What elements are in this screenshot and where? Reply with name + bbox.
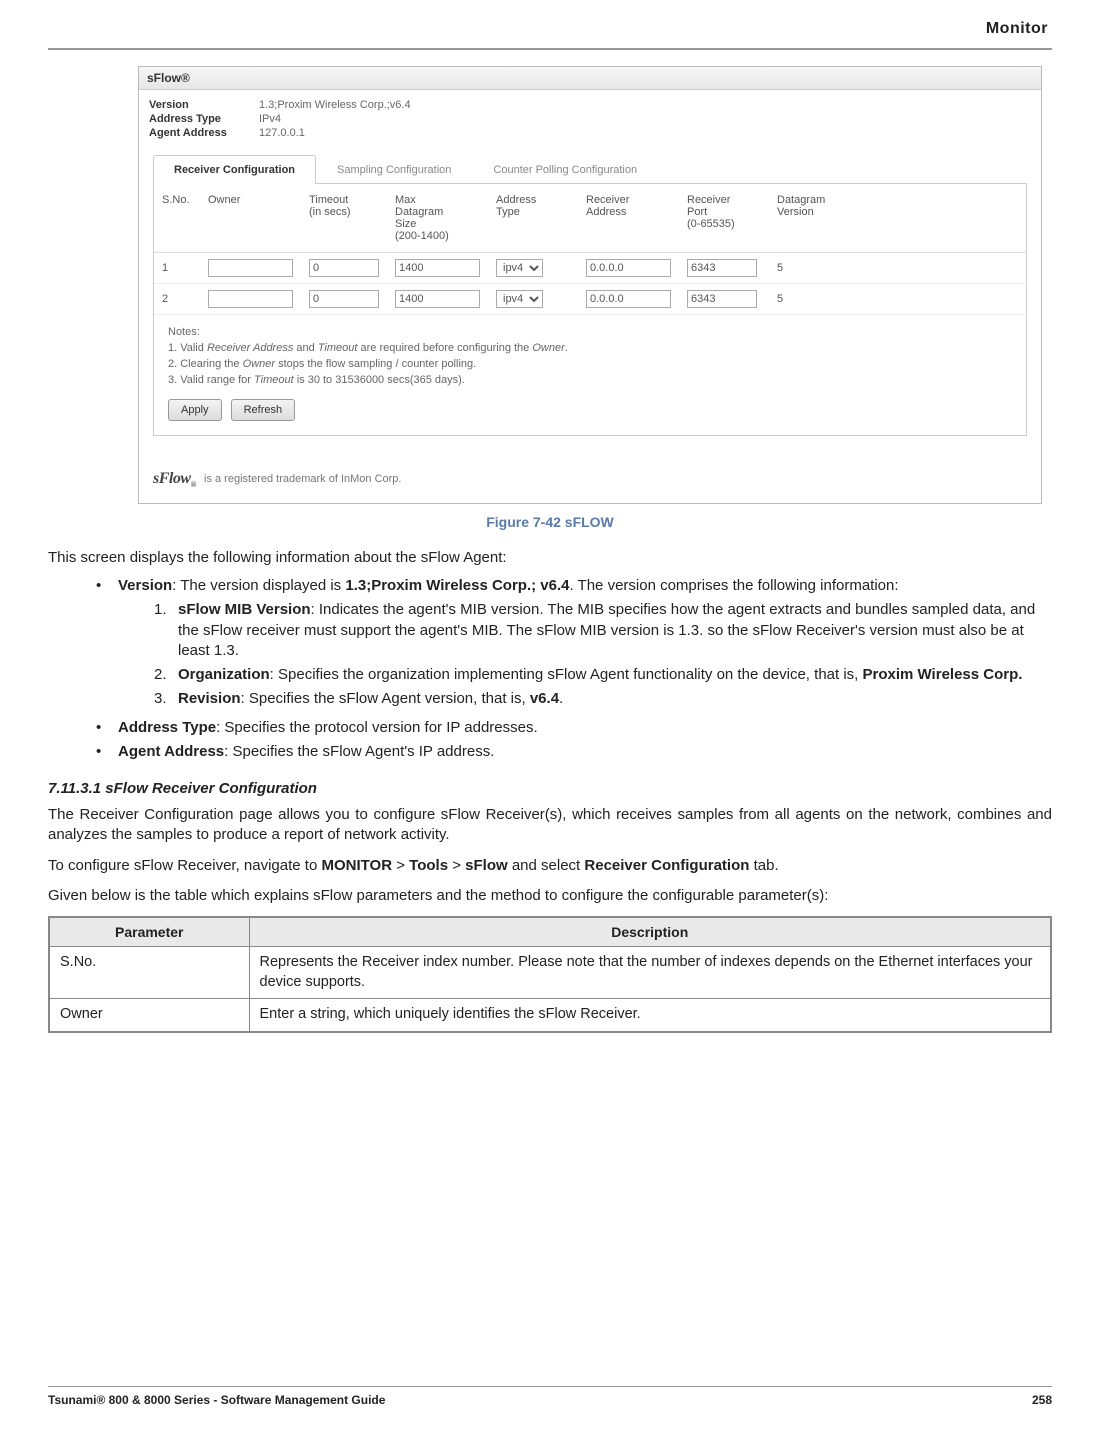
trademark-line: sFlow® is a registered trademark of InMo… xyxy=(139,450,1041,503)
table-row: Owner Enter a string, which uniquely ide… xyxy=(49,999,1051,1032)
page-header-section: Monitor xyxy=(48,20,1052,38)
maxdg-input[interactable] xyxy=(395,259,480,277)
table-row: 1 ipv4 5 xyxy=(154,253,1026,284)
addrtype-select[interactable]: ipv4 xyxy=(496,259,543,277)
table-row: 2 ipv4 5 xyxy=(154,284,1026,315)
recvport-input[interactable] xyxy=(687,259,757,277)
addrtype-select[interactable]: ipv4 xyxy=(496,290,543,308)
info-version-value: 1.3;Proxim Wireless Corp.;v6.4 xyxy=(259,99,411,111)
ptable-desc: Represents the Receiver index number. Pl… xyxy=(249,947,1051,999)
header-rule xyxy=(48,48,1052,50)
cell-sno: 2 xyxy=(154,284,200,315)
notes-header: Notes: xyxy=(168,325,1012,341)
bullet-version: • Version: The version displayed is 1.3;… xyxy=(96,576,1052,714)
col-owner: Owner xyxy=(200,184,301,253)
cell-sno: 1 xyxy=(154,253,200,284)
refresh-button[interactable]: Refresh xyxy=(231,399,296,421)
owner-input[interactable] xyxy=(208,259,293,277)
col-recvport: Receiver Port (0-65535) xyxy=(679,184,769,253)
info-agentaddr-value: 127.0.0.1 xyxy=(259,127,305,139)
tab-counter-polling[interactable]: Counter Polling Configuration xyxy=(472,155,658,184)
maxdg-input[interactable] xyxy=(395,290,480,308)
parameter-table: Parameter Description S.No. Represents t… xyxy=(48,916,1052,1033)
ptable-param: Owner xyxy=(49,999,249,1032)
col-dgver: Datagram Version xyxy=(769,184,1026,253)
footer-page-number: 258 xyxy=(1032,1393,1052,1407)
para-navigate: To configure sFlow Receiver, navigate to… xyxy=(48,856,1052,876)
numitem-mib-version: 1. sFlow MIB Version: Indicates the agen… xyxy=(154,600,1052,661)
ptable-h-description: Description xyxy=(249,917,1051,947)
page-footer: Tsunami® 800 & 8000 Series - Software Ma… xyxy=(48,1386,1052,1407)
bullet-agent-address: • Agent Address: Specifies the sFlow Age… xyxy=(96,742,1052,762)
tab-sampling-config[interactable]: Sampling Configuration xyxy=(316,155,472,184)
screenshot-figure: sFlow® Version 1.3;Proxim Wireless Corp.… xyxy=(138,66,1042,504)
note-2: 2. Clearing the Owner stops the flow sam… xyxy=(168,357,1012,373)
trademark-text: is a registered trademark of InMon Corp. xyxy=(204,473,401,485)
recvaddr-input[interactable] xyxy=(586,259,671,277)
timeout-input[interactable] xyxy=(309,259,379,277)
ptable-desc: Enter a string, which uniquely identifie… xyxy=(249,999,1051,1032)
owner-input[interactable] xyxy=(208,290,293,308)
note-1: 1. Valid Receiver Address and Timeout ar… xyxy=(168,341,1012,357)
table-row: S.No. Represents the Receiver index numb… xyxy=(49,947,1051,999)
recvport-input[interactable] xyxy=(687,290,757,308)
col-recvaddr: Receiver Address xyxy=(578,184,679,253)
recvaddr-input[interactable] xyxy=(586,290,671,308)
tab-receiver-config[interactable]: Receiver Configuration xyxy=(153,155,316,184)
sflow-logo-icon: sFlow® xyxy=(153,470,196,489)
bullet-address-type: • Address Type: Specifies the protocol v… xyxy=(96,718,1052,738)
col-addrtype: Address Type xyxy=(488,184,578,253)
numitem-organization: 2. Organization: Specifies the organizat… xyxy=(154,665,1052,685)
para-receiver-desc: The Receiver Configuration page allows y… xyxy=(48,805,1052,846)
col-sno: S.No. xyxy=(154,184,200,253)
apply-button[interactable]: Apply xyxy=(168,399,222,421)
agent-info: Version 1.3;Proxim Wireless Corp.;v6.4 A… xyxy=(139,90,1041,144)
intro-paragraph: This screen displays the following infor… xyxy=(48,548,1052,568)
timeout-input[interactable] xyxy=(309,290,379,308)
para-table-intro: Given below is the table which explains … xyxy=(48,886,1052,906)
cell-dgver: 5 xyxy=(769,284,1026,315)
info-version-label: Version xyxy=(149,99,259,111)
notes-block: Notes: 1. Valid Receiver Address and Tim… xyxy=(154,315,1026,389)
info-addrtype-value: IPv4 xyxy=(259,113,281,125)
note-3: 3. Valid range for Timeout is 30 to 3153… xyxy=(168,373,1012,389)
receiver-config-panel: S.No. Owner Timeout (in secs) Max Datagr… xyxy=(153,184,1027,436)
ptable-h-parameter: Parameter xyxy=(49,917,249,947)
col-maxdg: Max Datagram Size (200-1400) xyxy=(387,184,488,253)
tab-bar: Receiver Configuration Sampling Configur… xyxy=(153,154,1027,184)
info-addrtype-label: Address Type xyxy=(149,113,259,125)
info-agentaddr-label: Agent Address xyxy=(149,127,259,139)
cell-dgver: 5 xyxy=(769,253,1026,284)
ptable-param: S.No. xyxy=(49,947,249,999)
figure-caption: Figure 7-42 sFLOW xyxy=(48,514,1052,530)
col-timeout: Timeout (in secs) xyxy=(301,184,387,253)
section-heading: 7.11.3.1 sFlow Receiver Configuration xyxy=(48,780,1052,797)
footer-left: Tsunami® 800 & 8000 Series - Software Ma… xyxy=(48,1393,385,1407)
receiver-table: S.No. Owner Timeout (in secs) Max Datagr… xyxy=(154,184,1026,315)
panel-title: sFlow® xyxy=(139,67,1041,90)
numitem-revision: 3. Revision: Specifies the sFlow Agent v… xyxy=(154,689,1052,709)
